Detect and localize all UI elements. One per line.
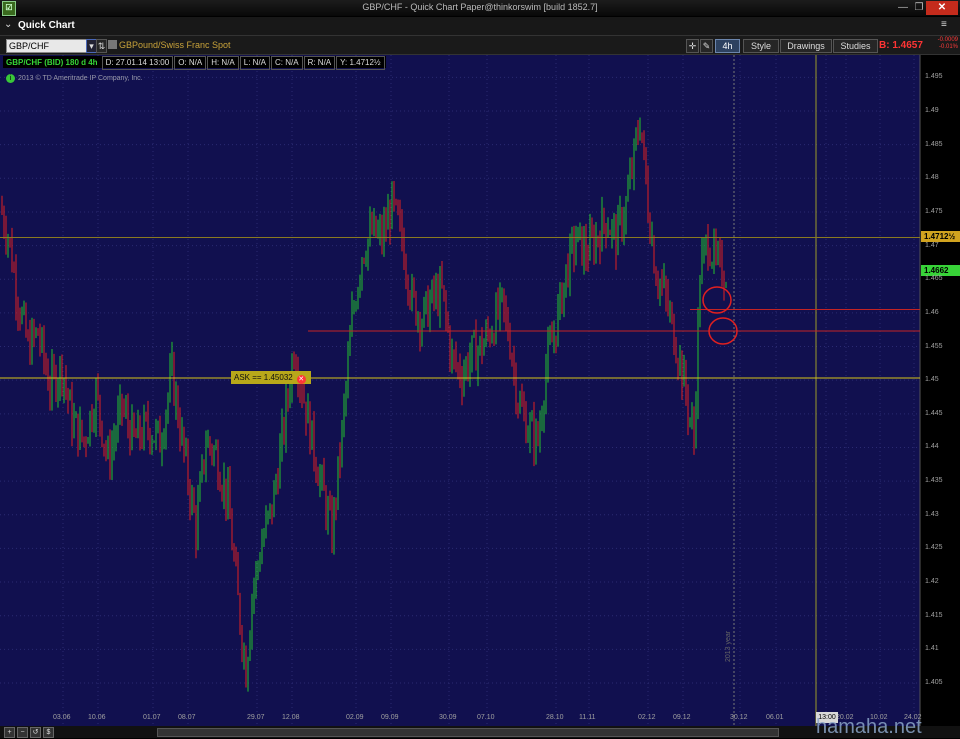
x-tick-label: 09.12 [673,714,691,721]
y-tick-label: 1.435 [925,477,943,485]
description-icon [108,40,117,49]
watermark-text: hamaha.net [816,716,922,738]
scale-icon[interactable]: $ [43,727,54,738]
x-tick-label: 12.08 [282,714,300,721]
y-tick-label: 1.47 [925,241,939,249]
price-chart[interactable] [0,55,960,726]
y-tick-label: 1.45 [925,376,939,384]
price-change-value: -0.0009 [937,37,958,43]
x-tick-label: 02.09 [346,714,364,721]
copyright-text: 2013 © TD Ameritrade IP Company, Inc. [18,75,143,82]
chevron-down-icon: ▾ [89,41,94,51]
panel-header: ⌄ Quick Chart ≡ [0,17,960,36]
symbol-link-button[interactable]: ⇅ [96,39,107,53]
status-line: GBP/CHF (BID) 180 d 4h D: 27.01.14 13:00 O… [3,56,386,70]
status-high: H: N/A [207,56,239,70]
x-tick-label: 30.12 [730,714,748,721]
x-tick-label: 11.11 [579,714,596,721]
window-titlebar: ☑ GBP/CHF - Quick Chart Paper@thinkorswi… [0,0,960,16]
x-tick-label: 29.07 [247,714,265,721]
price-change-percent: -0.01% [938,44,958,50]
link-icon: ⇅ [97,41,106,51]
x-tick-label: 30.09 [439,714,457,721]
symbol-input[interactable] [6,39,88,53]
y-tick-label: 1.49 [925,107,939,114]
settings-tool-button[interactable]: ✎ [700,39,713,53]
copyright: i 2013 © TD Ameritrade IP Company, Inc. [6,74,143,83]
zoom-in-icon[interactable]: + [4,727,15,738]
price-change: -0.0009 -0.01% [929,37,958,51]
minimize-button[interactable]: — [896,1,910,15]
x-tick-label: 03.06 [53,714,71,721]
crosshair-tool-button[interactable]: ✛ [686,39,699,53]
y-tick-label: 1.465 [925,275,943,283]
chart-toolbar: ▾ ⇅ GBPound/Swiss Franc Spot ✛ ✎ 4h Styl… [0,36,960,55]
bid-price: B: 1.4657 [879,40,923,51]
info-icon[interactable]: i [6,74,15,83]
maximize-button[interactable]: ❐ [912,1,926,15]
chart-area[interactable] [0,55,960,726]
chevron-down-icon[interactable]: ⌄ [4,19,12,30]
symbol-description-label: GBPound/Swiss Franc Spot [119,40,231,50]
y-tick-label: 1.475 [925,207,943,215]
x-tick-label: 10.06 [88,714,106,721]
y-tick-label: 1.44 [925,443,939,451]
studies-button[interactable]: Studies [833,39,878,53]
wrench-icon: ✎ [702,41,711,51]
year-label: 2013 year [725,630,732,662]
plot-background [0,55,920,726]
style-button[interactable]: Style [743,39,779,53]
y-tick-label: 1.43 [925,510,939,518]
x-tick-label: 07.10 [477,714,495,721]
ask-price-label[interactable]: ASK == 1.45032 ✕ [231,371,311,384]
y-tick-label: 1.445 [925,409,943,417]
menu-icon[interactable]: ≡ [941,19,947,30]
timeframe-button[interactable]: 4h [715,39,740,53]
y-tick-label: 1.455 [925,342,943,350]
status-low: L: N/A [239,56,270,70]
y-tick-label: 1.405 [925,679,943,686]
y-tick-label: 1.415 [925,611,943,619]
y-tick-label: 1.495 [925,73,943,81]
reset-zoom-icon[interactable]: ↺ [30,727,41,738]
panel-title: Quick Chart [18,20,75,31]
y-tick-label: 1.42 [925,578,939,586]
x-tick-label: 28.10 [546,714,564,721]
status-date: D: 27.01.14 13:00 [101,56,174,70]
zoom-out-icon[interactable]: − [17,727,28,738]
status-y: Y: 1.4712½ [336,56,385,70]
y-tick-label: 1.41 [925,645,939,653]
close-icon[interactable]: ✕ [296,375,306,384]
reference-price-badge: 1.4712½ [921,231,960,242]
status-range: R: N/A [303,56,336,70]
status-close: C: N/A [271,56,303,70]
x-tick-label: 02.12 [638,714,656,721]
x-tick-label: 09.09 [381,714,399,721]
close-button[interactable]: ✕ [926,1,958,15]
y-tick-label: 1.48 [925,174,939,182]
status-open: O: N/A [174,56,207,70]
y-tick-label: 1.485 [925,140,943,148]
x-tick-label: 01.07 [143,714,161,721]
y-axis-background [920,55,960,726]
crosshair-icon: ✛ [688,41,697,51]
x-tick-label: 06.01 [766,714,784,721]
window-title: GBP/CHF - Quick Chart Paper@thinkorswim … [362,2,598,12]
ask-price-text: ASK == 1.45032 [234,373,293,382]
y-tick-label: 1.46 [925,308,939,316]
drawings-button[interactable]: Drawings [780,39,832,53]
status-symbol: GBP/CHF (BID) 180 d 4h [6,58,98,67]
symbol-description: GBPound/Swiss Franc Spot [108,40,231,50]
y-tick-label: 1.425 [925,544,943,552]
chart-scrollbar[interactable] [157,728,779,737]
x-tick-label: 08.07 [178,714,196,721]
